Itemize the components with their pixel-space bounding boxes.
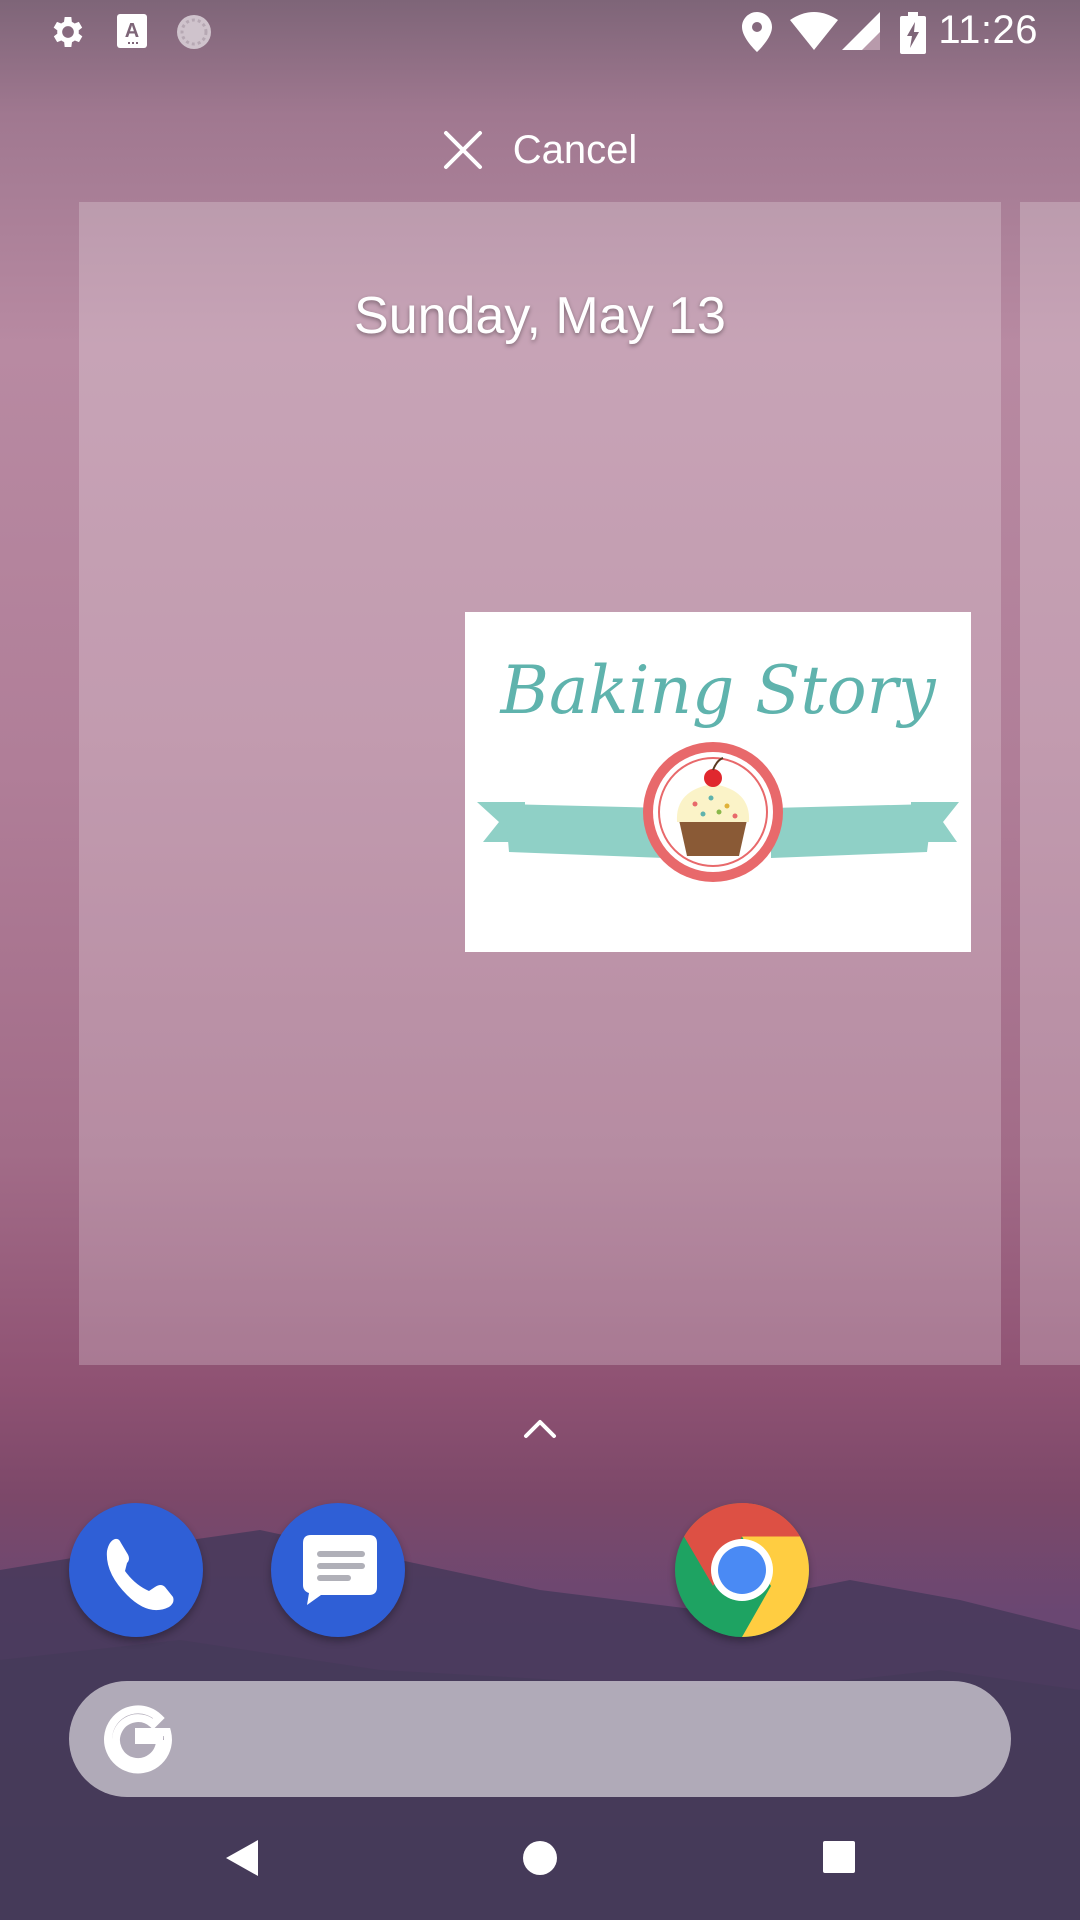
messages-app-icon[interactable] (271, 1503, 405, 1637)
cancel-bar: Cancel (0, 118, 1080, 182)
date-widget: Sunday, May 13 (354, 287, 726, 345)
wifi-icon (790, 12, 838, 50)
chevron-up-icon[interactable] (520, 1414, 560, 1444)
messages-icon (303, 1535, 377, 1605)
next-workspace-panel[interactable] (1020, 202, 1080, 1365)
chrome-icon (675, 1503, 809, 1637)
svg-text:A: A (125, 20, 139, 42)
home-screen: A 11:26 Cancel Sunday, May 13 Baking Sto… (0, 0, 1080, 1920)
location-icon (742, 12, 772, 52)
loading-icon (177, 15, 211, 49)
clock: 11:26 (938, 8, 1038, 52)
phone-icon (106, 1538, 174, 1611)
cancel-button[interactable]: Cancel (443, 127, 638, 173)
close-icon (443, 131, 482, 169)
home-button[interactable] (520, 1838, 560, 1878)
signal-icon (842, 12, 880, 50)
phone-app-icon[interactable] (69, 1503, 203, 1637)
settings-icon (53, 17, 83, 47)
recents-button[interactable] (822, 1840, 856, 1874)
keyboard-a-icon: A (117, 14, 147, 48)
status-bar: A 11:26 (0, 0, 1080, 63)
battery-charging-icon (900, 12, 926, 54)
baking-story-widget[interactable]: Baking Story (465, 612, 971, 952)
cupcake-logo (477, 742, 959, 882)
google-g-icon (104, 1705, 173, 1774)
google-search-bar[interactable] (69, 1681, 1011, 1797)
back-button[interactable] (224, 1838, 260, 1878)
chrome-app-icon[interactable] (675, 1503, 809, 1637)
cancel-label: Cancel (512, 127, 638, 172)
